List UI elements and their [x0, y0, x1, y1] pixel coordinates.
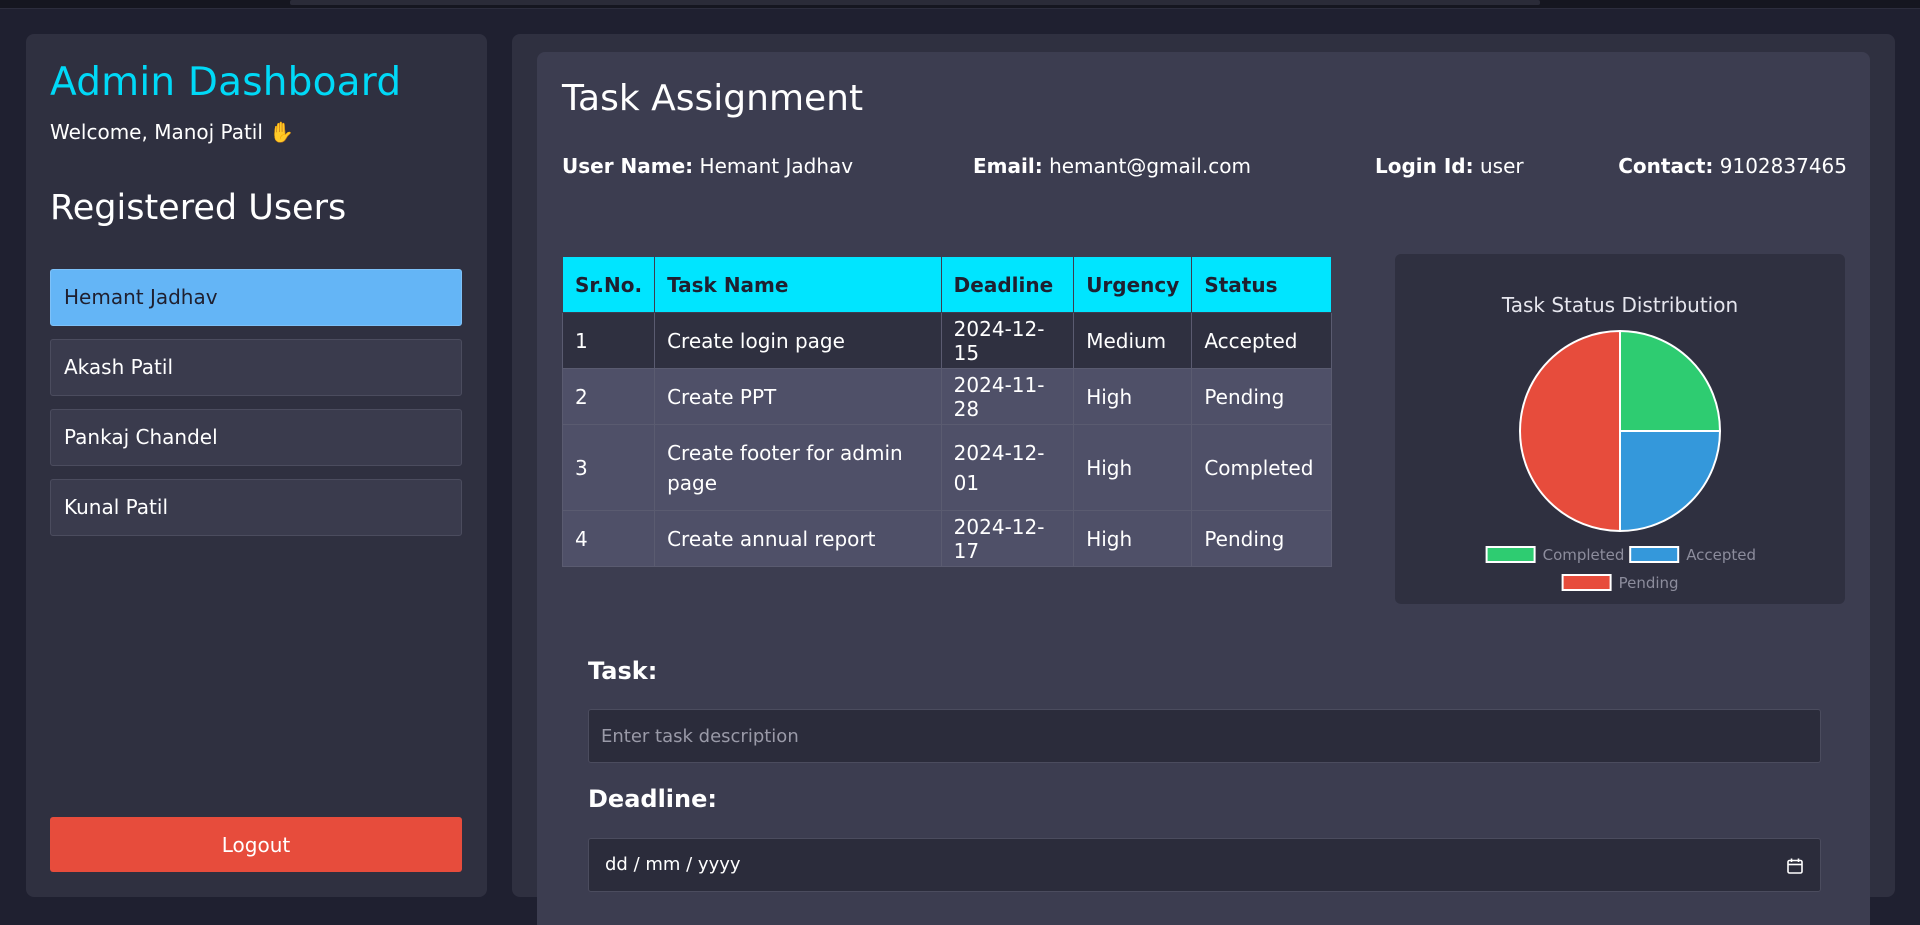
col-header-urgency: Urgency	[1073, 256, 1193, 313]
chart-legend: Completed Accepted Pending	[1485, 546, 1756, 592]
registered-users-heading: Registered Users	[50, 188, 347, 228]
legend-swatch-pending[interactable]	[1561, 574, 1612, 591]
cell-task-name: Create login page	[654, 312, 942, 369]
table-row: 4 Create annual report 2024-12-17 High P…	[561, 510, 1332, 567]
page-title: Task Assignment	[562, 78, 864, 119]
task-table: Sr.No. Task Name Deadline Urgency Status…	[561, 256, 1332, 567]
task-label: Task:	[588, 657, 658, 685]
col-header-sr-no: Sr.No.	[561, 256, 656, 313]
login-id-value: user	[1479, 154, 1524, 178]
welcome-text: Welcome, Manoj Patil ✋	[50, 120, 295, 144]
cell-urgency: High	[1073, 510, 1193, 567]
pie-slice-completed[interactable]	[1619, 329, 1722, 432]
cell-status: Pending	[1191, 510, 1332, 567]
task-assignment-card: Task Assignment User Name: Hemant Jadhav…	[537, 52, 1870, 925]
info-login-id: Login Id: user	[1375, 154, 1524, 178]
cell-deadline: 2024-12-15	[940, 312, 1075, 369]
cell-deadline: 2024-12-17	[940, 510, 1075, 567]
pie-slices	[1519, 329, 1722, 533]
cell-status: Accepted	[1191, 312, 1332, 369]
main-panel: Task Assignment User Name: Hemant Jadhav…	[512, 34, 1895, 925]
user-item-kunal-patil[interactable]: Kunal Patil	[50, 479, 462, 536]
user-info-row: User Name: Hemant Jadhav Email: hemant@g…	[562, 154, 1847, 184]
legend-swatch-accepted[interactable]	[1629, 546, 1680, 563]
logout-button[interactable]: Logout	[50, 817, 462, 872]
cell-status: Pending	[1191, 368, 1332, 425]
email-label: Email:	[973, 154, 1043, 178]
contact-label: Contact:	[1618, 154, 1714, 178]
email-value: hemant@gmail.com	[1049, 154, 1251, 178]
info-username: User Name: Hemant Jadhav	[562, 154, 853, 178]
cell-deadline: 2024-11-28	[940, 368, 1075, 425]
username-value: Hemant Jadhav	[699, 154, 854, 178]
cell-status: Completed	[1191, 424, 1332, 511]
cell-task-name: Create PPT	[654, 368, 942, 425]
browser-top-strip	[0, 0, 1920, 9]
table-header-row: Sr.No. Task Name Deadline Urgency Status	[561, 256, 1332, 313]
user-item-pankaj-chandel[interactable]: Pankaj Chandel	[50, 409, 462, 466]
contact-value: 9102837465	[1719, 154, 1847, 178]
cell-urgency: Medium	[1073, 312, 1193, 369]
legend-label-accepted[interactable]: Accepted	[1686, 546, 1756, 564]
deadline-label: Deadline:	[588, 785, 717, 813]
table-row: 3 Create footer for admin page 2024-12-0…	[561, 424, 1332, 511]
legend-label-completed[interactable]: Completed	[1543, 546, 1625, 564]
cell-urgency: High	[1073, 424, 1193, 511]
deadline-date-input[interactable]: dd / mm / yyyy	[588, 838, 1821, 892]
cell-task-name: Create annual report	[654, 510, 942, 567]
sidebar: Admin Dashboard Welcome, Manoj Patil ✋ R…	[26, 34, 487, 897]
col-header-deadline: Deadline	[940, 256, 1075, 313]
username-label: User Name:	[562, 154, 694, 178]
date-placeholder: dd / mm / yyyy	[605, 854, 741, 875]
cell-sr-no: 3	[561, 424, 656, 511]
col-header-status: Status	[1191, 256, 1332, 313]
task-description-input[interactable]	[588, 709, 1821, 763]
chart-title: Task Status Distribution	[1501, 293, 1738, 317]
table-row: 2 Create PPT 2024-11-28 High Pending	[561, 368, 1332, 425]
brand-title: Admin Dashboard	[50, 60, 402, 105]
cell-sr-no: 2	[561, 368, 656, 425]
info-email: Email: hemant@gmail.com	[973, 154, 1251, 178]
user-item-akash-patil[interactable]: Akash Patil	[50, 339, 462, 396]
pie-slice-accepted[interactable]	[1619, 430, 1722, 533]
pie-slice-pending[interactable]	[1519, 329, 1621, 533]
cell-task-name: Create footer for admin page	[654, 424, 942, 511]
login-id-label: Login Id:	[1375, 154, 1474, 178]
cell-deadline: 2024-12-01	[940, 424, 1075, 511]
cell-sr-no: 1	[561, 312, 656, 369]
status-chart-card: Task Status Distribution Completed Accept…	[1395, 254, 1845, 604]
legend-swatch-completed[interactable]	[1485, 546, 1536, 563]
info-contact: Contact: 9102837465	[1618, 154, 1847, 178]
status-pie-chart: Task Status Distribution Completed Accept…	[1485, 293, 1756, 592]
table-row: 1 Create login page 2024-12-15 Medium Ac…	[561, 312, 1332, 369]
user-item-hemant-jadhav[interactable]: Hemant Jadhav	[50, 269, 462, 326]
legend-label-pending[interactable]: Pending	[1619, 574, 1679, 592]
user-list: Hemant Jadhav Akash Patil Pankaj Chandel…	[50, 269, 462, 549]
cell-sr-no: 4	[561, 510, 656, 567]
cell-urgency: High	[1073, 368, 1193, 425]
calendar-icon[interactable]	[1786, 857, 1804, 875]
col-header-task-name: Task Name	[654, 256, 942, 313]
horizontal-scrollbar[interactable]	[290, 0, 1540, 5]
